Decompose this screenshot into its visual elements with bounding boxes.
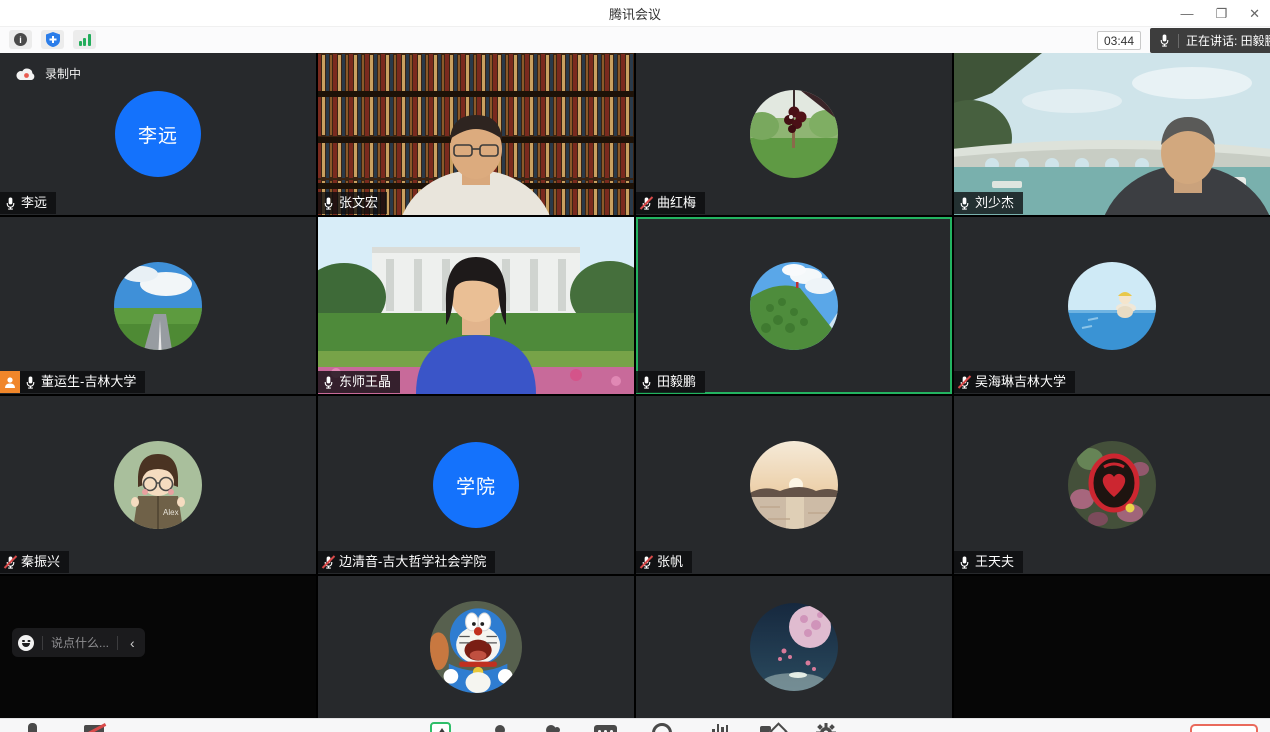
participant-cell[interactable] [636, 576, 952, 718]
participant-cell[interactable]: 吴海琳吉林大学 [954, 217, 1270, 394]
emoji-icon[interactable] [18, 635, 34, 651]
participant-cell[interactable]: Alex 秦振兴 [0, 396, 316, 574]
participant-cell[interactable]: 张文宏 [318, 53, 634, 215]
restore-icon[interactable]: ❐ [1215, 6, 1227, 22]
participant-name: 吴海琳吉林大学 [975, 374, 1066, 390]
mic-on-icon [4, 197, 17, 210]
participant-cell[interactable]: 刘少杰 [954, 53, 1270, 215]
video-feed [954, 53, 1270, 215]
participant-cell[interactable]: 王天夫 [954, 396, 1270, 574]
meeting-window: 腾讯会议 — ❐ ✕ 03:44 正在讲话: [0, 0, 1270, 732]
close-icon[interactable]: ✕ [1249, 6, 1260, 22]
participant-cell[interactable]: 董运生-吉林大学 [0, 217, 316, 394]
toolbar-chat-icon[interactable] [594, 725, 617, 732]
participant-name: 张帆 [657, 554, 683, 570]
recording-label: 录制中 [45, 65, 81, 82]
avatar-book-text: Alex [163, 508, 179, 517]
chat-input-placeholder[interactable]: 说点什么... [51, 634, 109, 651]
avatar [750, 262, 838, 350]
participant-name: 边清音-吉大哲学社会学院 [339, 554, 486, 570]
participant-cell[interactable]: 张帆 [636, 396, 952, 574]
title-bar: 腾讯会议 — ❐ ✕ [0, 0, 1270, 27]
participant-cell[interactable] [318, 576, 634, 718]
participant-name: 秦振兴 [21, 554, 60, 570]
mic-on-icon [24, 376, 37, 389]
participant-name: 东师王晶 [339, 374, 391, 390]
minimize-icon[interactable]: — [1180, 6, 1193, 21]
mic-muted-icon [640, 556, 653, 569]
video-feed [318, 217, 634, 394]
participant-name: 董运生-吉林大学 [41, 374, 136, 390]
toolbar-camera-off-icon[interactable] [84, 725, 104, 732]
meeting-timer: 03:44 [1097, 31, 1141, 50]
active-speaker-banner: 正在讲话: 田毅鹏 [1150, 28, 1270, 53]
participant-name: 张文宏 [339, 195, 378, 211]
participant-name: 李远 [21, 195, 47, 211]
toolbar-share-screen-icon[interactable] [430, 722, 451, 732]
mic-on-icon [958, 556, 971, 569]
participant-name: 曲红梅 [657, 195, 696, 211]
empty-cell: 说点什么... ‹ [0, 576, 316, 718]
participant-cell[interactable]: 李远 录制中 李远 [0, 53, 316, 215]
avatar: 学院 [433, 442, 519, 528]
avatar [1068, 262, 1156, 350]
mic-muted-icon [322, 556, 335, 569]
participant-grid: 李远 录制中 李远 [0, 53, 1270, 718]
mic-muted-icon [4, 556, 17, 569]
participant-cell-active-speaker[interactable]: 田毅鹏 [636, 217, 952, 394]
toolbar-apps-icon[interactable] [712, 724, 728, 732]
mic-on-icon [640, 376, 653, 389]
avatar [750, 603, 838, 691]
avatar: 李远 [115, 91, 201, 177]
toolbar-members-icon[interactable] [546, 725, 556, 732]
mic-muted-icon [640, 197, 653, 210]
video-feed [318, 53, 634, 215]
cloud-recording-icon [16, 67, 36, 81]
empty-cell [954, 576, 1270, 718]
avatar [430, 601, 522, 693]
mic-on-icon [322, 197, 335, 210]
quick-chat-bar[interactable]: 说点什么... ‹ [12, 628, 145, 657]
collapse-chevron-icon[interactable]: ‹ [126, 635, 139, 651]
status-bar: 03:44 正在讲话: 田毅鹏 [0, 27, 1270, 53]
end-meeting-button[interactable] [1190, 724, 1258, 732]
avatar: Alex [114, 441, 202, 529]
participant-cell[interactable]: 学院 边清音-吉大哲学社会学院 [318, 396, 634, 574]
participant-name: 王天夫 [975, 554, 1014, 570]
participant-name: 田毅鹏 [657, 374, 696, 390]
toolbar-settings-icon[interactable] [816, 723, 836, 732]
toolbar-mic-icon[interactable] [28, 723, 37, 732]
host-badge-icon [0, 371, 20, 393]
avatar [114, 262, 202, 350]
avatar [750, 441, 838, 529]
mic-muted-icon [958, 376, 971, 389]
toolbar-invite-icon[interactable] [495, 725, 505, 732]
microphone-icon [1158, 34, 1171, 47]
bottom-toolbar [0, 718, 1270, 732]
health-shield-icon[interactable] [41, 30, 64, 49]
window-controls: — ❐ ✕ [1180, 0, 1260, 27]
mic-on-icon [322, 376, 335, 389]
participant-cell[interactable]: 东师王晶 [318, 217, 634, 394]
participant-cell[interactable]: 曲红梅 [636, 53, 952, 215]
participant-name: 刘少杰 [975, 195, 1014, 211]
avatar [1068, 441, 1156, 529]
mic-on-icon [958, 197, 971, 210]
active-speaker-label: 正在讲话: 田毅鹏 [1186, 32, 1270, 49]
meeting-info-icon[interactable] [9, 30, 32, 49]
network-quality-icon[interactable] [73, 30, 96, 49]
toolbar-record-icon[interactable] [652, 723, 672, 732]
recording-indicator: 录制中 [16, 65, 81, 82]
toolbar-whiteboard-icon[interactable] [760, 726, 771, 732]
window-title: 腾讯会议 [609, 4, 661, 23]
avatar [750, 90, 838, 178]
